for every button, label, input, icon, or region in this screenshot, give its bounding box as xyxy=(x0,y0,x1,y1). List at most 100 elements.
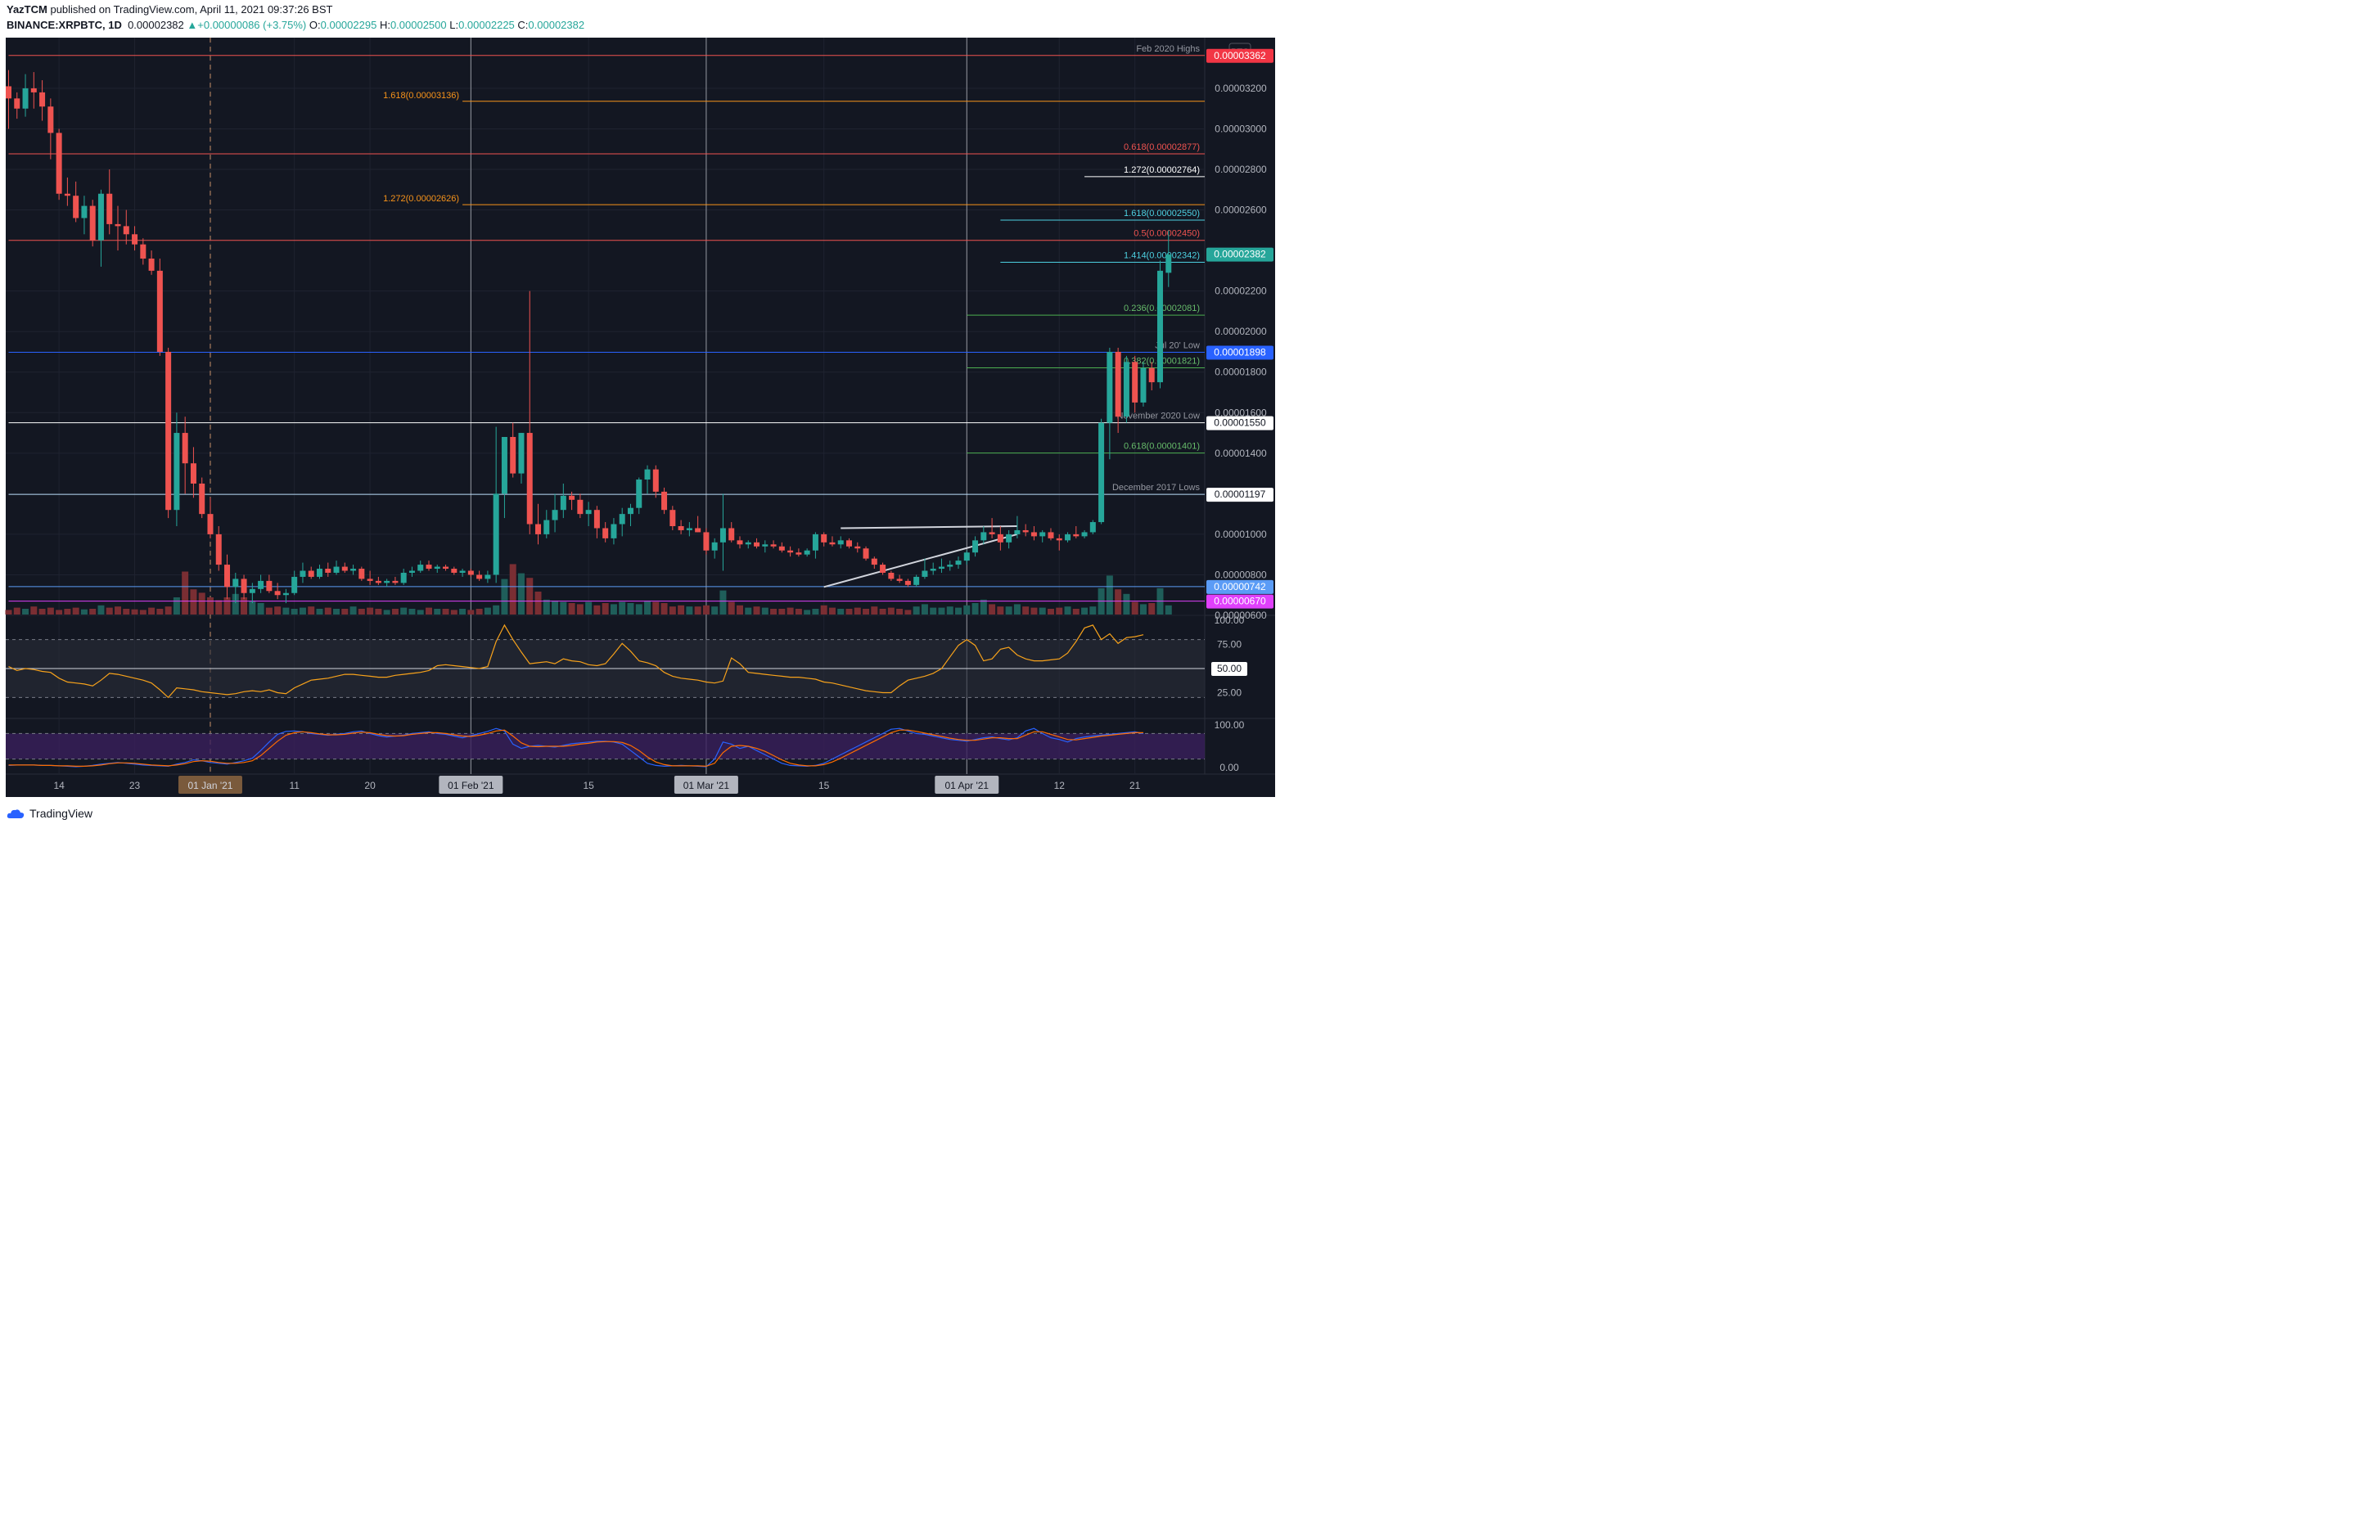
candle-body xyxy=(358,569,365,579)
candle-body xyxy=(1089,522,1096,533)
volume-bar xyxy=(770,609,778,615)
candle-body xyxy=(754,542,760,547)
volume-bar xyxy=(1081,607,1089,615)
volume-bar xyxy=(997,606,1004,615)
volume-bar xyxy=(38,609,46,615)
candle-body xyxy=(888,572,895,579)
candle-body xyxy=(619,514,625,525)
volume-bar xyxy=(820,605,827,615)
volume-bar xyxy=(13,607,20,615)
candle-body xyxy=(106,193,113,224)
volume-bar xyxy=(745,607,752,615)
volume-bar xyxy=(265,607,273,615)
volume-bar xyxy=(1148,603,1156,615)
y-tick-label: 0.00001800 xyxy=(1215,367,1267,378)
volume-bar xyxy=(241,597,248,615)
x-tick-label: 01 Mar '21 xyxy=(683,780,730,791)
candle-body xyxy=(1115,351,1121,417)
candle-body xyxy=(837,540,844,545)
volume-bar xyxy=(358,609,365,615)
candle-body xyxy=(863,548,869,559)
volume-bar xyxy=(131,609,138,615)
volume-bar xyxy=(426,607,432,615)
candle-body xyxy=(552,510,558,520)
candle-body xyxy=(14,98,20,109)
chart-canvas[interactable]: 0.00003200 0.00003000 0.00002800 0.00002600… xyxy=(0,0,1283,831)
candle-body xyxy=(1073,534,1080,537)
volume-bar xyxy=(173,597,180,615)
volume-bar xyxy=(560,601,567,615)
candle-body xyxy=(384,580,390,583)
volume-bar xyxy=(828,607,836,615)
tradingview-cloud-icon xyxy=(7,809,25,818)
volume-bar xyxy=(165,606,172,615)
volume-bar xyxy=(1022,606,1030,615)
price-tag-label: 0.00003362 xyxy=(1214,50,1266,61)
volume-bar xyxy=(1064,606,1071,615)
volume-bar xyxy=(215,600,223,615)
candle-body xyxy=(476,574,483,579)
candle-body xyxy=(6,86,11,99)
candle-body xyxy=(980,532,987,541)
candle-body xyxy=(417,565,424,571)
volume-bar xyxy=(568,603,575,615)
y-tick-label: 0.00003200 xyxy=(1215,83,1267,94)
volume-bar xyxy=(896,609,904,615)
candle-body xyxy=(611,524,617,538)
candle-body xyxy=(367,579,373,581)
volume-bar xyxy=(719,590,727,615)
x-tick-label: 12 xyxy=(1054,780,1066,791)
stoch-band xyxy=(6,733,1205,759)
candle-body xyxy=(1140,367,1147,403)
volume-bar xyxy=(1139,604,1147,615)
candle-body xyxy=(1156,270,1163,383)
volume-bar xyxy=(887,607,895,615)
candle-body xyxy=(762,544,769,547)
x-tick-label: 01 Apr '21 xyxy=(944,780,989,791)
candle-body xyxy=(686,528,692,530)
candle-body xyxy=(215,534,222,565)
candle-body xyxy=(535,524,542,534)
price-tag-label: 0.00001550 xyxy=(1214,417,1266,429)
candle-body xyxy=(585,510,592,515)
tradingview-logo[interactable]: TradingView xyxy=(7,807,92,820)
candle-body xyxy=(501,437,507,494)
volume-bar xyxy=(678,605,685,615)
candle-body xyxy=(678,526,684,530)
level-label: 0.618(0.00001401) xyxy=(1124,442,1200,452)
volume-bar xyxy=(56,610,63,615)
candle-body xyxy=(896,579,903,581)
volume-bar xyxy=(694,606,701,615)
candle-body xyxy=(1165,254,1172,273)
candle-body xyxy=(190,463,196,484)
candle-body xyxy=(796,552,802,555)
volume-bar xyxy=(484,607,491,615)
candle-body xyxy=(955,561,962,565)
candle-body xyxy=(350,569,357,571)
level-label: 0.618(0.00002877) xyxy=(1124,142,1200,152)
volume-bar xyxy=(989,604,996,615)
candle-body xyxy=(451,569,458,573)
rsi-tick-label: 25.00 xyxy=(1217,687,1242,699)
volume-bar xyxy=(795,609,802,615)
candle-body xyxy=(1123,362,1129,417)
chart-screenshot: YazTCM published on TradingView.com, Apr… xyxy=(0,0,1283,831)
volume-bar xyxy=(610,604,617,615)
candle-body xyxy=(408,570,415,573)
volume-bar xyxy=(1089,606,1097,615)
candle-body xyxy=(1081,532,1088,537)
volume-bar xyxy=(408,609,416,615)
candle-body xyxy=(938,566,944,570)
volume-bar xyxy=(753,606,760,615)
price-tag-label: 0.00000742 xyxy=(1214,581,1266,592)
volume-bar xyxy=(1131,601,1138,615)
candle-body xyxy=(174,433,180,511)
candle-body xyxy=(526,433,533,525)
volume-bar xyxy=(493,605,500,615)
candle-body xyxy=(258,580,264,589)
volume-bar xyxy=(257,603,264,615)
candle-body xyxy=(375,580,381,583)
price-tag-label: 0.00002382 xyxy=(1214,249,1266,260)
candle-body xyxy=(282,592,289,596)
x-tick-label: 14 xyxy=(53,780,65,791)
